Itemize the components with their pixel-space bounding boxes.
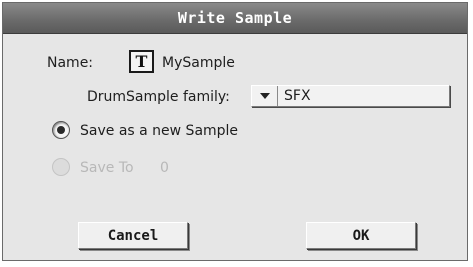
save-as-new-label: Save as a new Sample [80, 123, 239, 139]
sample-name-value: MySample [162, 55, 235, 71]
drumsample-family-label: DrumSample family: [87, 89, 230, 105]
name-label: Name: [47, 55, 94, 71]
text-edit-icon: T [135, 52, 148, 71]
text-edit-button[interactable]: T [129, 50, 154, 73]
ok-button[interactable]: OK [306, 222, 416, 249]
dialog-title-bar: Write Sample [3, 3, 467, 34]
save-to-value: 0 [160, 160, 169, 176]
write-sample-dialog: Write Sample Name: T MySample DrumSample… [2, 2, 468, 261]
save-as-new-radio[interactable] [52, 121, 70, 139]
save-to-label: Save To [80, 160, 134, 176]
drumsample-family-select[interactable]: SFX [251, 85, 450, 107]
radio-selected-icon [57, 126, 65, 134]
dropdown-arrow-icon [252, 86, 278, 106]
drumsample-family-value: SFX [284, 88, 311, 104]
cancel-button[interactable]: Cancel [78, 222, 188, 249]
save-to-radio [52, 158, 70, 176]
dialog-title: Write Sample [177, 9, 293, 27]
